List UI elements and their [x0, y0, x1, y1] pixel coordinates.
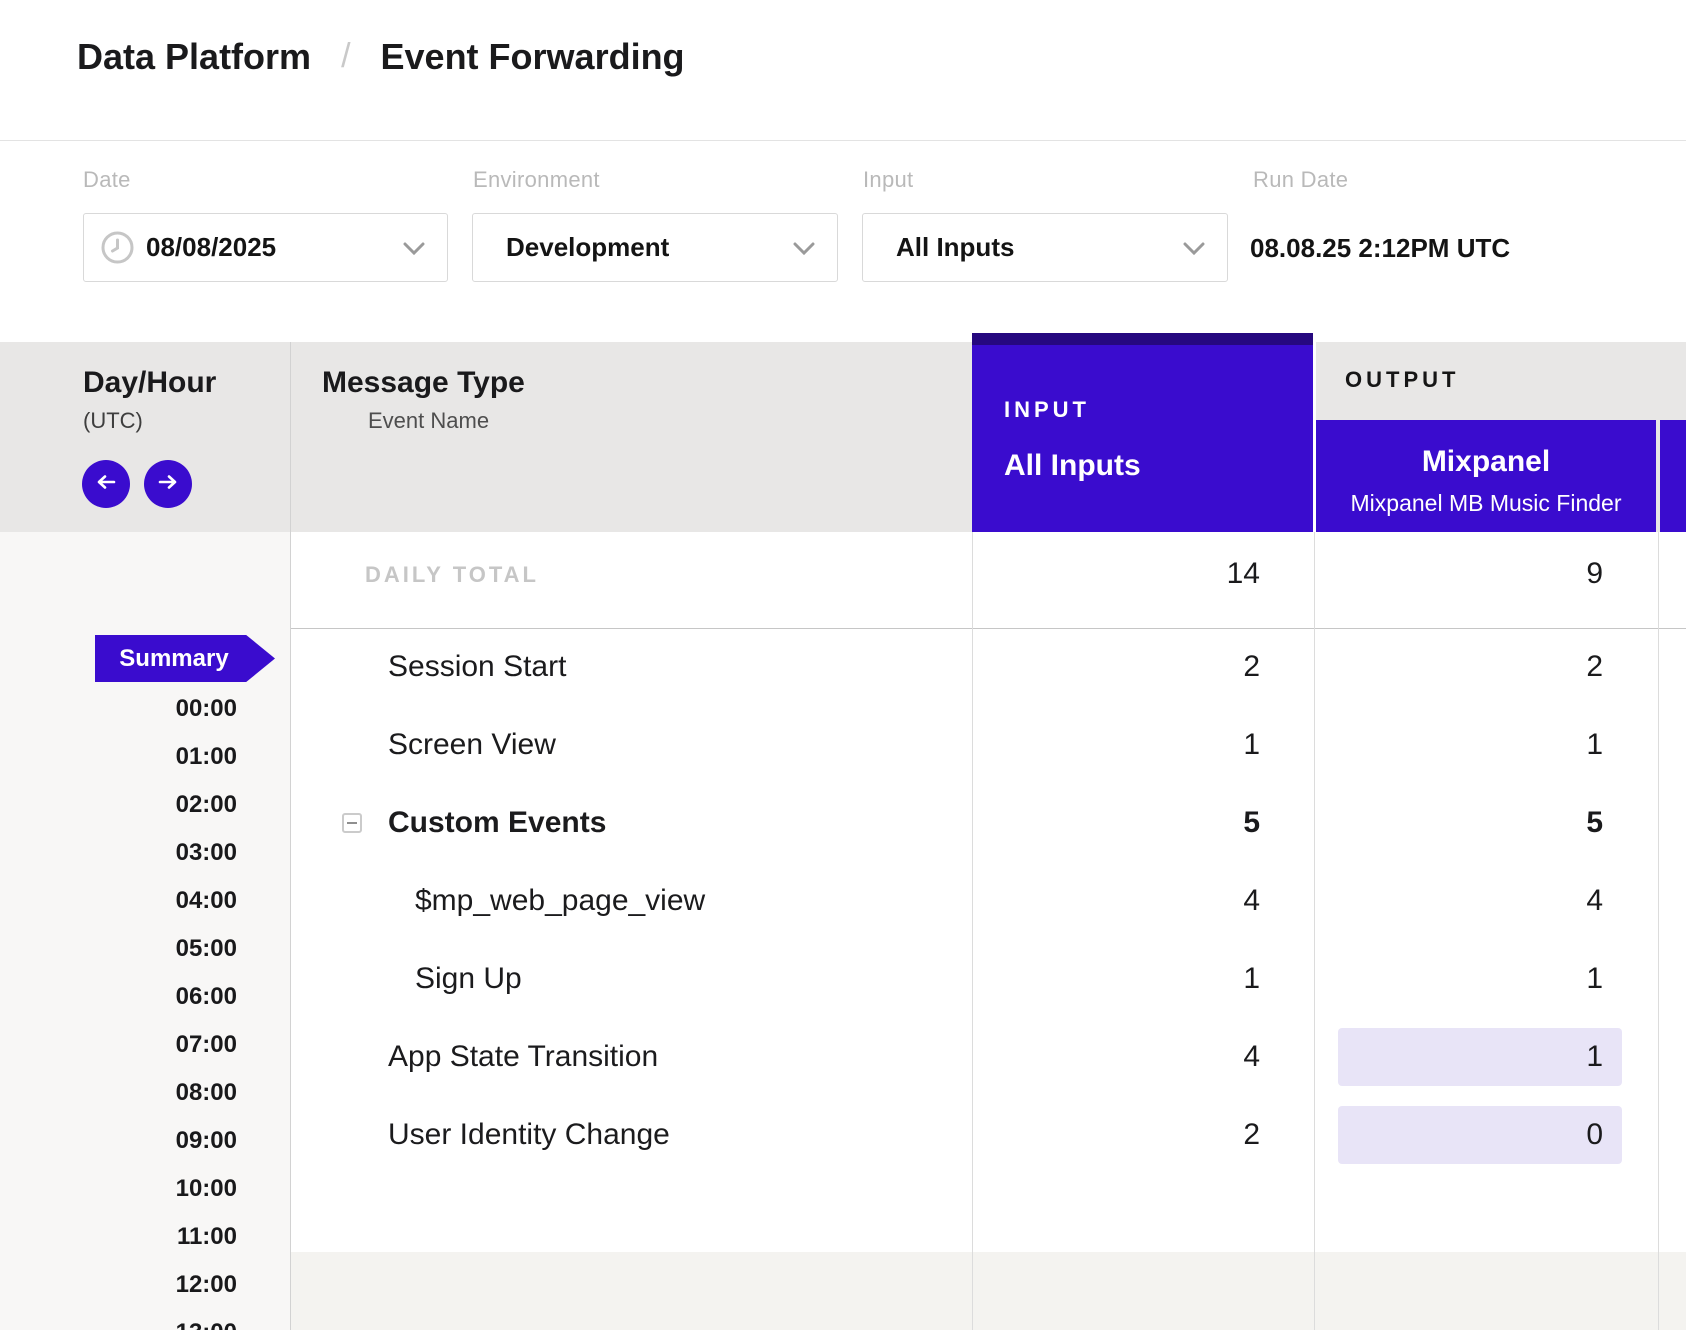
- event-row-label: Sign Up: [415, 940, 522, 1018]
- input-column-header[interactable]: INPUT All Inputs: [972, 333, 1313, 532]
- event-row-label: Screen View: [388, 706, 556, 784]
- daily-total-divider: [290, 628, 1686, 629]
- hour-label[interactable]: 03:00: [0, 829, 237, 877]
- table-row: Screen View 11: [290, 706, 1686, 784]
- environment-filter-label: Environment: [473, 167, 600, 193]
- header-divider: [0, 140, 1686, 141]
- grid-line: [972, 532, 973, 1330]
- output-count: 0: [1338, 1106, 1622, 1164]
- run-date-label: Run Date: [1253, 167, 1348, 193]
- chevron-down-icon: [793, 242, 815, 255]
- input-filter-label: Input: [863, 167, 913, 193]
- hour-label[interactable]: 06:00: [0, 973, 237, 1021]
- hour-label[interactable]: 07:00: [0, 1021, 237, 1069]
- date-select-value: 08/08/2025: [146, 214, 276, 281]
- date-select[interactable]: 08/08/2025: [83, 213, 448, 282]
- table-row: $mp_web_page_view 44: [290, 862, 1686, 940]
- chevron-down-icon: [403, 242, 425, 255]
- output-section-label: OUTPUT: [1345, 367, 1459, 393]
- input-count: 2: [972, 628, 1260, 706]
- hour-label[interactable]: 00:00: [0, 685, 237, 733]
- chevron-down-icon: [1183, 242, 1205, 255]
- clock-icon: [101, 231, 134, 264]
- header-column-gap: [1313, 333, 1316, 532]
- event-row-label: $mp_web_page_view: [415, 862, 705, 940]
- day-hour-timezone: (UTC): [83, 408, 143, 434]
- minus-icon: [347, 822, 357, 824]
- grid-line: [1314, 532, 1315, 1330]
- highlighted-output-cell[interactable]: 0: [1338, 1106, 1622, 1164]
- page-title: Event Forwarding: [381, 36, 685, 78]
- event-name-subtitle: Event Name: [368, 408, 489, 434]
- hour-label[interactable]: 02:00: [0, 781, 237, 829]
- output-count: 4: [1314, 862, 1603, 940]
- environment-select-value: Development: [506, 214, 669, 281]
- hour-label[interactable]: 08:00: [0, 1069, 237, 1117]
- input-section-label: INPUT: [1004, 397, 1090, 423]
- event-row-label: Session Start: [388, 628, 566, 706]
- collapse-toggle-icon[interactable]: [342, 813, 362, 833]
- input-count: 2: [972, 1096, 1260, 1174]
- output-column-header-mixpanel[interactable]: Mixpanel Mixpanel MB Music Finder: [1316, 420, 1656, 532]
- hour-label[interactable]: 01:00: [0, 733, 237, 781]
- output-count: 1: [1314, 940, 1603, 1018]
- hour-label[interactable]: 12:00: [0, 1261, 237, 1309]
- table-row: App State Transition 4 1: [290, 1018, 1686, 1096]
- hour-label[interactable]: 05:00: [0, 925, 237, 973]
- input-count: 4: [972, 1018, 1260, 1096]
- event-row-label: Custom Events: [388, 784, 606, 862]
- rail-divider: [290, 342, 291, 1330]
- previous-day-button[interactable]: [82, 460, 130, 508]
- input-count: 4: [972, 862, 1260, 940]
- input-count: 1: [972, 940, 1260, 1018]
- input-count: 1: [972, 706, 1260, 784]
- table-row: Custom Events 55: [290, 784, 1686, 862]
- message-type-column-title: Message Type: [322, 366, 525, 400]
- output-count: 5: [1314, 784, 1603, 862]
- input-select-value: All Inputs: [896, 214, 1014, 281]
- daily-total-label: DAILY TOTAL: [365, 562, 539, 588]
- breadcrumb-separator: /: [341, 37, 350, 76]
- day-hour-column-title: Day/Hour: [83, 366, 216, 400]
- hour-label[interactable]: 09:00: [0, 1117, 237, 1165]
- daily-total-output-value: 9: [1314, 557, 1603, 591]
- table-footer-band: [290, 1252, 1686, 1330]
- output-count: 2: [1314, 628, 1603, 706]
- table-row: Session Start 22: [290, 628, 1686, 706]
- output-count: 1: [1314, 706, 1603, 784]
- output-count: 1: [1338, 1028, 1622, 1086]
- summary-tag[interactable]: Summary: [95, 635, 275, 682]
- input-select[interactable]: All Inputs: [862, 213, 1228, 282]
- event-row-label: User Identity Change: [388, 1096, 670, 1174]
- arrow-left-icon: [95, 475, 117, 494]
- arrow-right-icon: [157, 475, 179, 494]
- breadcrumb-section[interactable]: Data Platform: [77, 36, 311, 78]
- hour-label[interactable]: 13:00: [0, 1309, 237, 1330]
- date-filter-label: Date: [83, 167, 131, 193]
- output-column-header-partial: [1660, 420, 1686, 532]
- environment-select[interactable]: Development: [472, 213, 838, 282]
- table-row: User Identity Change 2 0: [290, 1096, 1686, 1174]
- grid-line: [1658, 532, 1659, 1330]
- run-date-value: 08.08.25 2:12PM UTC: [1250, 233, 1510, 263]
- hour-label[interactable]: 04:00: [0, 877, 237, 925]
- event-forwarding-page: Data Platform / Event Forwarding Date En…: [0, 0, 1686, 1330]
- output-column-title: Mixpanel: [1316, 445, 1656, 479]
- table-row: Sign Up 11: [290, 940, 1686, 1018]
- highlighted-output-cell[interactable]: 1: [1338, 1028, 1622, 1086]
- input-count: 5: [972, 784, 1260, 862]
- input-column-title: All Inputs: [1004, 449, 1141, 483]
- breadcrumb: Data Platform / Event Forwarding: [77, 34, 685, 80]
- hour-label[interactable]: 11:00: [0, 1213, 237, 1261]
- next-day-button[interactable]: [144, 460, 192, 508]
- hour-label[interactable]: 10:00: [0, 1165, 237, 1213]
- output-column-subtitle: Mixpanel MB Music Finder: [1316, 490, 1656, 517]
- event-row-label: App State Transition: [388, 1018, 658, 1096]
- daily-total-input-value: 14: [972, 557, 1260, 591]
